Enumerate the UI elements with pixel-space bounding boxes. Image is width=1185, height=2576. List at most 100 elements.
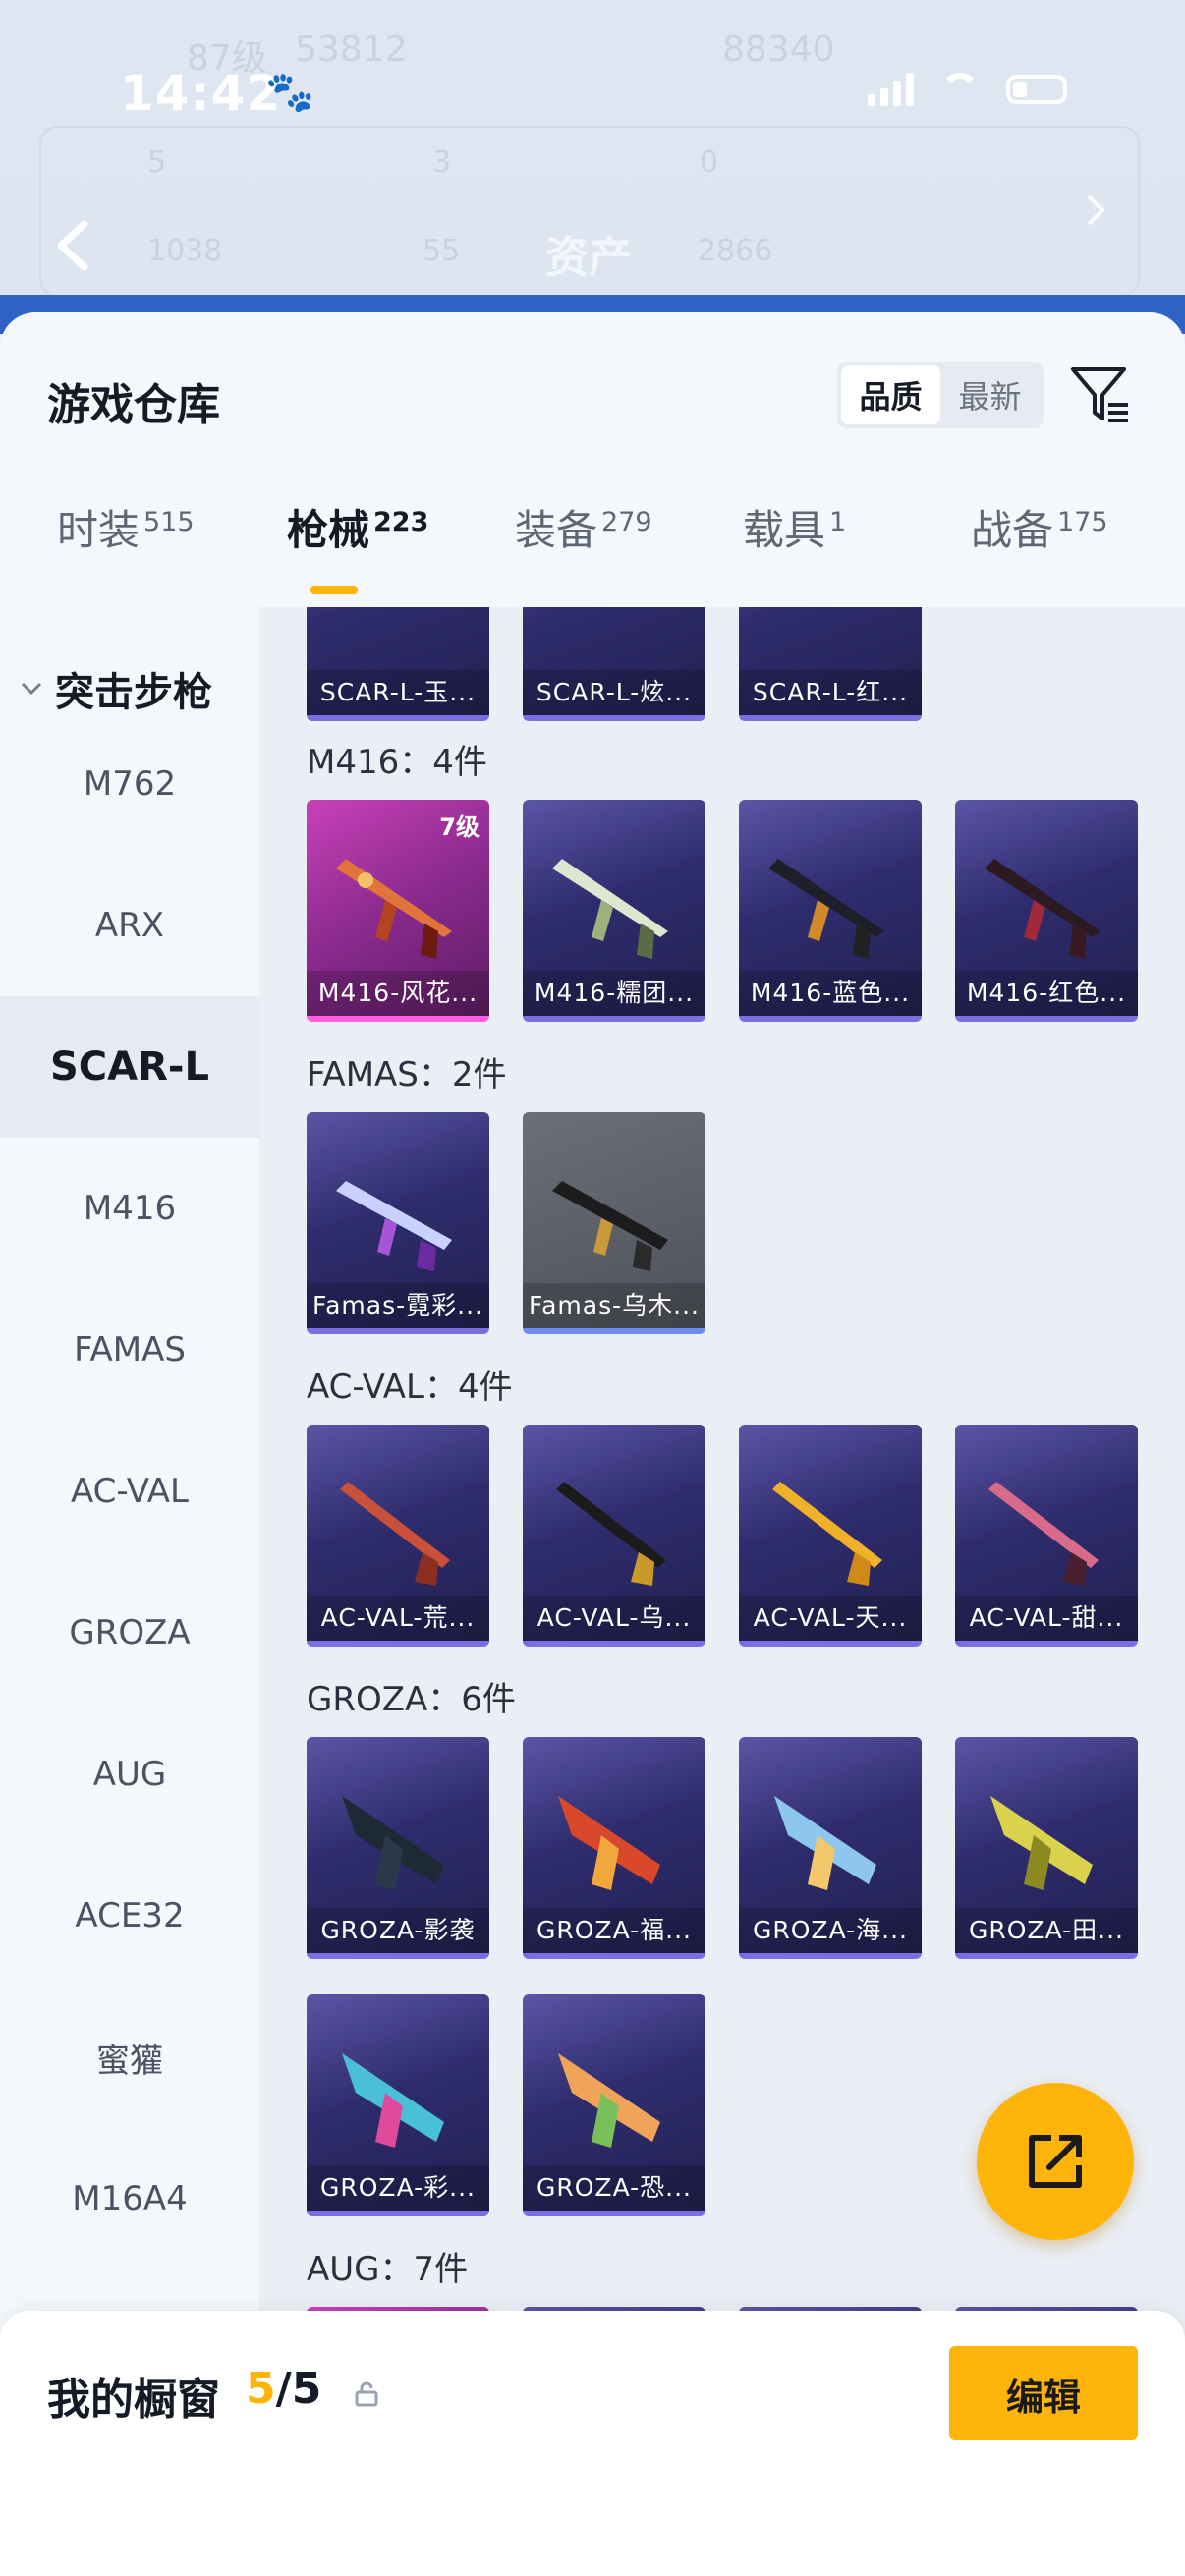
chevron-down-icon [20,674,43,703]
item-card[interactable]: AC-VAL-天... [739,1425,922,1647]
status-time: 14:42 [120,65,282,122]
item-card[interactable]: AC-VAL-甜... [955,1425,1138,1647]
section-label-ac-val: AC-VAL：4件 [307,1368,513,1407]
item-name: M416-红色... [955,971,1138,1016]
item-name: GROZA-福... [523,1908,705,1953]
lock-icon [354,2381,379,2407]
ghost-stat: 5 [147,145,167,180]
item-grid: SCAR-L-玉... SCAR-L-炫... SCAR-L-红... M416… [259,607,1185,2576]
sidebar-item-scar-l[interactable]: SCAR-L [0,996,259,1138]
tab-label: 载具 [743,506,826,554]
item-card[interactable]: AC-VAL-乌... [523,1425,705,1647]
showcase-current: 5 [246,2364,276,2414]
rifle-icon [342,2053,444,2148]
item-card[interactable]: GROZA-海... [739,1737,922,1959]
ghost-number: 88340 [722,29,835,70]
chevron-right-icon [1081,191,1110,234]
item-card[interactable]: SCAR-L-红... [739,607,922,721]
tab-label: 枪械 [287,506,370,554]
item-card[interactable]: GROZA-福... [523,1737,705,1959]
showcase-count: 5/5 [246,2364,321,2414]
sidebar-item-ace32[interactable]: ACE32 [0,1845,259,1987]
section-label-famas: FAMAS：2件 [307,1055,507,1094]
item-card[interactable]: M416-蓝色... [739,800,922,1022]
tab-fashion[interactable]: 时装 515 [57,497,195,557]
item-card[interactable]: 7级 M416-风花... [307,800,489,1022]
sidebar-item-m16a4[interactable]: M16A4 [0,2128,259,2269]
tab-count: 515 [143,507,195,537]
rifle-icon [558,2053,660,2148]
signal-icon [868,73,914,106]
item-card[interactable]: GROZA-田... [955,1737,1138,1959]
edit-button[interactable]: 编辑 [949,2346,1138,2440]
tab-vehicles[interactable]: 载具 1 [743,497,846,557]
background-header: 87级 53812 88340 5 3 0 1038 55 2866 资产 [0,0,1185,314]
warehouse-title: 游戏仓库 [47,380,220,430]
rifle-icon [772,1482,882,1586]
tab-firearms[interactable]: 枪械 223 [287,497,428,557]
sort-newest[interactable]: 最新 [940,365,1040,424]
item-name: GROZA-恐... [523,2165,705,2211]
item-name: GROZA-田... [955,1908,1138,1953]
item-name: GROZA-影袭 [307,1908,489,1953]
battery-icon [1006,75,1067,104]
item-name: GROZA-海... [739,1908,922,1953]
sidebar-group-assault-rifles[interactable]: 突击步枪 [20,660,212,717]
sidebar-group-label: 突击步枪 [55,670,212,715]
rifle-icon [342,1796,444,1890]
tab-label: 时装 [57,506,141,554]
item-card[interactable]: AC-VAL-荒... [307,1425,489,1647]
rifle-icon [558,1796,660,1890]
section-label-groza: GROZA：6件 [307,1680,516,1719]
rifle-icon [552,1181,668,1271]
sort-quality[interactable]: 品质 [841,365,940,424]
sidebar-item-ac-val[interactable]: AC-VAL [0,1421,259,1562]
item-card[interactable]: SCAR-L-炫... [523,607,705,721]
item-name: SCAR-L-红... [739,670,922,715]
tab-supplies[interactable]: 战备 175 [971,497,1108,557]
showcase-bar: 我的橱窗 5/5 编辑 [0,2311,1185,2576]
sidebar-item-m416[interactable]: M416 [0,1138,259,1279]
filter-icon[interactable] [1069,364,1132,426]
item-card[interactable]: GROZA-彩... [307,1994,489,2216]
sidebar-item-arx[interactable]: ARX [0,855,259,996]
item-card[interactable]: SCAR-L-玉... [307,607,489,721]
item-card[interactable]: Famas-霓彩... [307,1112,489,1334]
sidebar-item-aug[interactable]: AUG [0,1704,259,1845]
rifle-icon [336,1181,452,1271]
item-name: Famas-霓彩... [307,1283,489,1328]
item-card[interactable]: Famas-乌木... [523,1112,705,1334]
rifle-icon [768,859,884,959]
item-card[interactable]: GROZA-恐... [523,1994,705,2216]
sidebar-item-groza[interactable]: GROZA [0,1562,259,1704]
item-card[interactable]: M416-糯团... [523,800,705,1022]
rifle-icon [340,1482,450,1586]
ghost-stat: 0 [700,145,719,180]
item-card[interactable]: GROZA-影袭 [307,1737,489,1959]
sort-toggle[interactable]: 品质 最新 [837,362,1044,428]
rifle-icon [552,859,668,959]
sidebar-item-famas[interactable]: FAMAS [0,1279,259,1421]
rifle-icon [985,859,1100,959]
ghost-stat: 2866 [698,234,773,268]
ghost-stat: 1038 [147,234,223,268]
item-name: GROZA-彩... [307,2165,489,2211]
item-card[interactable]: M416-红色... [955,800,1138,1022]
weapon-sidebar: 突击步枪 M762 ARX SCAR-L M416 FAMAS AC-VAL G… [0,607,259,2576]
tab-equipment[interactable]: 装备 279 [515,497,652,557]
item-name: AC-VAL-乌... [523,1596,705,1641]
section-label-aug: AUG：7件 [307,2250,469,2289]
wifi-icon [937,73,983,106]
sidebar-item-m762[interactable]: M762 [0,713,259,855]
tab-count: 1 [829,507,847,537]
paw-icon: 🐾 [265,70,314,115]
ghost-number: 53812 [295,29,408,70]
item-name: SCAR-L-玉... [307,670,489,715]
section-label-m416: M416：4件 [307,743,487,782]
sidebar-item-honey-badger[interactable]: 蜜獾 [0,1987,259,2128]
back-arrow-icon[interactable] [47,216,106,275]
showcase-total: /5 [275,2364,322,2414]
rifle-icon [556,1482,666,1586]
rifle-icon [988,1482,1099,1586]
share-button[interactable] [977,2083,1134,2240]
